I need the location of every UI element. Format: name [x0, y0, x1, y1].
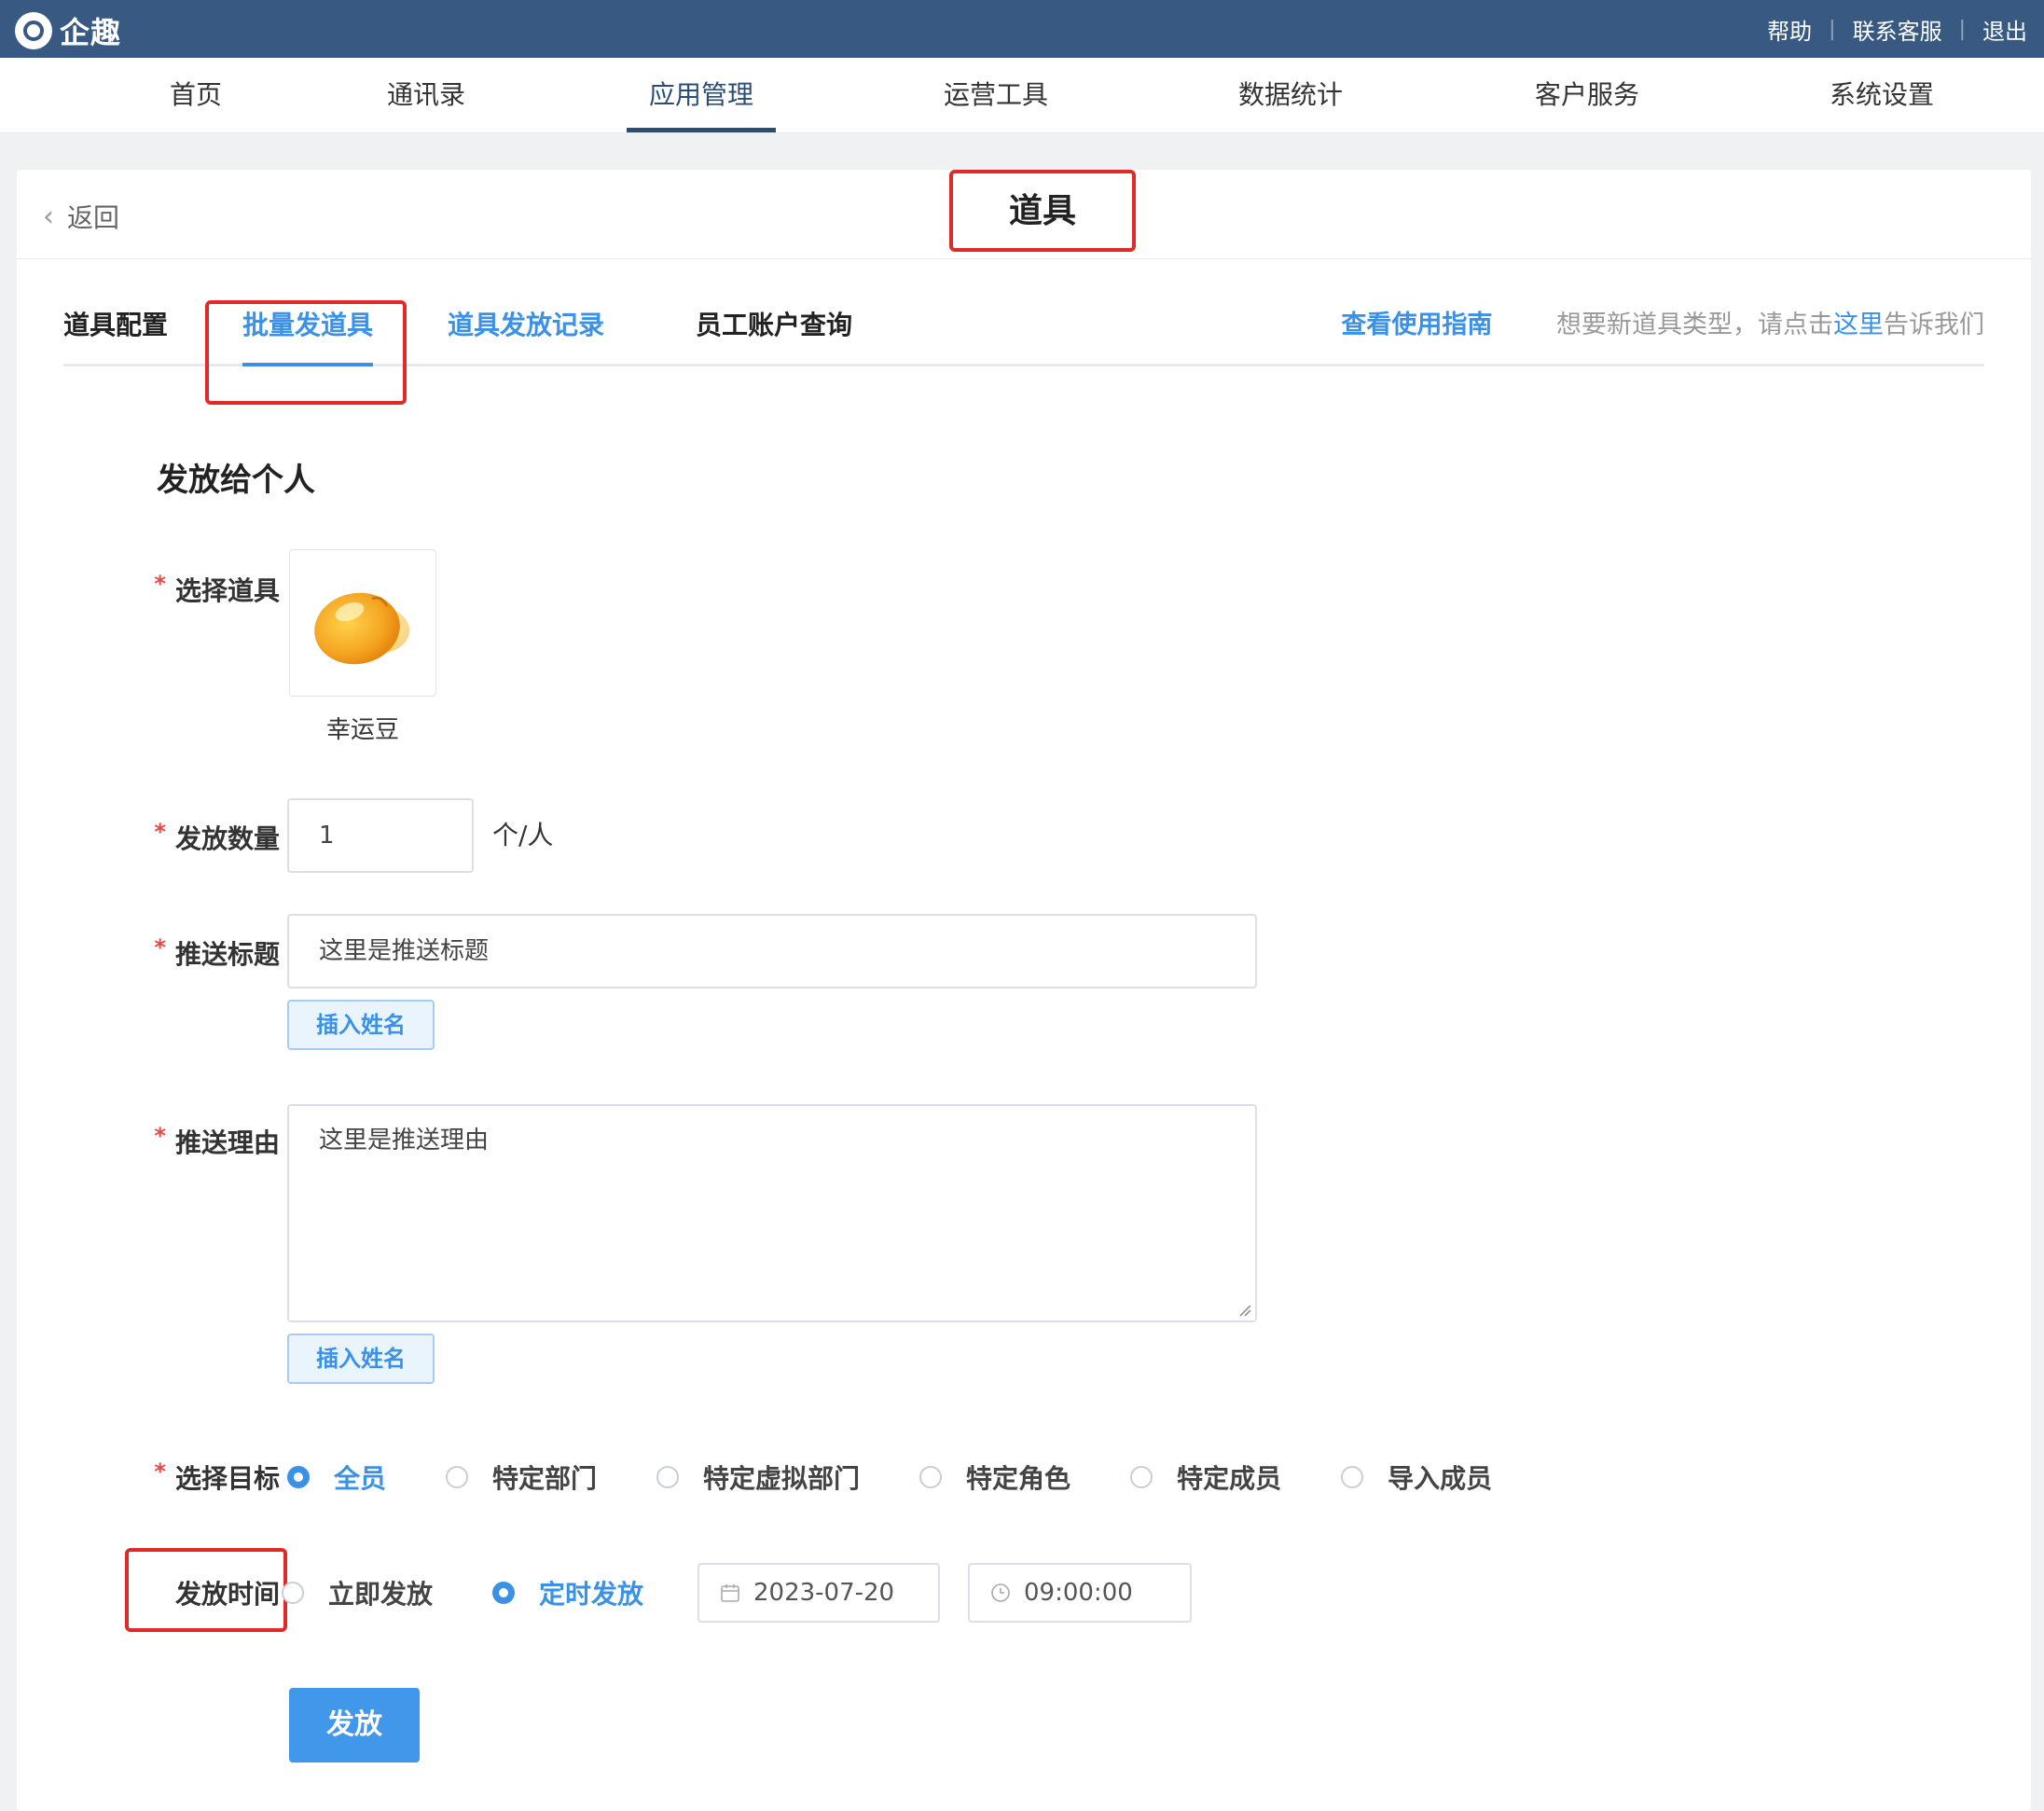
logout-link[interactable]: 退出 — [1982, 13, 2027, 46]
quantity-input[interactable]: 1 — [287, 798, 474, 873]
divider: | — [1829, 18, 1836, 41]
target-radio-role[interactable]: 特定角色 — [919, 1458, 1070, 1496]
highlight-box-tab — [205, 300, 407, 405]
radio-unchecked-icon — [919, 1466, 943, 1488]
select-prop-label: * 选择道具 — [103, 571, 280, 608]
time-option-label: 定时发放 — [539, 1579, 644, 1610]
insert-name-button-title[interactable]: 插入姓名 — [287, 1000, 435, 1050]
quantity-unit: 个/人 — [492, 820, 554, 850]
target-radio-department[interactable]: 特定部门 — [446, 1458, 597, 1496]
radio-unchecked-icon — [282, 1582, 304, 1604]
required-mark: * — [154, 571, 166, 597]
quantity-label-text: 发放数量 — [174, 823, 280, 854]
top-bar: 企趣 帮助 | 联系客服 | 退出 — [0, 0, 2044, 58]
tab-bar-right: 查看使用指南 想要新道具类型，请点击这里告诉我们 — [1341, 291, 1984, 364]
radio-checked-icon — [287, 1466, 310, 1488]
nav-item-contacts[interactable]: 通讯录 — [382, 58, 470, 132]
resize-handle-icon[interactable] — [1238, 1304, 1251, 1317]
hint-here-link[interactable]: 这里 — [1833, 311, 1884, 339]
push-title-label-text: 推送标题 — [174, 939, 280, 970]
time-radio-group: 立即发放 定时发放 — [282, 1574, 703, 1611]
content-card: ‹ 返回 道具 道具配置 批量发道具 道具发放记录 员工账户查询 查看使用指南 … — [17, 170, 2031, 1811]
time-option-label: 立即发放 — [328, 1579, 434, 1610]
clock-icon — [991, 1583, 1010, 1602]
radio-unchecked-icon — [656, 1466, 680, 1488]
top-links: 帮助 | 联系客服 | 退出 — [1767, 13, 2027, 46]
radio-checked-icon — [492, 1582, 516, 1604]
push-title-input[interactable]: 这里是推送标题 — [287, 914, 1257, 988]
page-title: 道具 — [949, 170, 1136, 252]
nav-item-system-settings[interactable]: 系统设置 — [1818, 58, 1945, 132]
time-radio-immediate[interactable]: 立即发放 — [282, 1574, 433, 1611]
hint-prefix: 想要新道具类型，请点击 — [1556, 311, 1833, 339]
logo-icon — [15, 12, 52, 49]
target-option-label: 全员 — [334, 1463, 387, 1494]
target-option-label: 导入成员 — [1388, 1463, 1493, 1494]
target-radio-virtual-department[interactable]: 特定虚拟部门 — [656, 1458, 860, 1496]
target-option-label: 特定角色 — [966, 1463, 1071, 1494]
back-button[interactable]: ‹ 返回 — [43, 198, 119, 235]
required-mark: * — [154, 934, 166, 961]
time-radio-scheduled[interactable]: 定时发放 — [492, 1574, 643, 1611]
new-prop-hint: 想要新道具类型，请点击这里告诉我们 — [1556, 311, 1984, 339]
card-header: ‹ 返回 道具 — [17, 170, 2031, 259]
nav-item-operation-tools[interactable]: 运营工具 — [932, 58, 1059, 132]
radio-unchecked-icon — [1130, 1466, 1153, 1488]
time-picker[interactable]: 09:00:00 — [968, 1563, 1192, 1623]
target-option-label: 特定虚拟部门 — [703, 1463, 861, 1494]
radio-unchecked-icon — [446, 1466, 469, 1488]
lucky-bean-icon — [314, 592, 409, 665]
date-value: 2023-07-20 — [753, 1579, 895, 1607]
target-radio-member[interactable]: 特定成员 — [1130, 1458, 1281, 1496]
target-radio-group: 全员 特定部门 特定虚拟部门 特定角色 特定成员 导入成员 — [287, 1458, 1552, 1496]
target-radio-import[interactable]: 导入成员 — [1341, 1458, 1492, 1496]
usage-guide-link[interactable]: 查看使用指南 — [1341, 311, 1492, 339]
divider: | — [1958, 18, 1966, 41]
app-name: 企趣 — [60, 15, 122, 50]
target-label: * 选择目标 — [103, 1458, 280, 1496]
chevron-left-icon: ‹ — [43, 200, 54, 233]
main-nav: 首页 通讯录 应用管理 运营工具 数据统计 客户服务 系统设置 — [0, 58, 2044, 133]
nav-item-home[interactable]: 首页 — [159, 58, 233, 132]
nav-item-app-management[interactable]: 应用管理 — [627, 58, 776, 132]
required-mark: * — [154, 1458, 166, 1485]
nav-item-data-statistics[interactable]: 数据统计 — [1227, 58, 1354, 132]
calendar-icon — [721, 1584, 739, 1602]
required-mark: * — [154, 819, 166, 845]
push-reason-label-text: 推送理由 — [174, 1127, 280, 1158]
date-picker[interactable]: 2023-07-20 — [697, 1563, 940, 1623]
contact-support-link[interactable]: 联系客服 — [1853, 13, 1942, 46]
tab-prop-config[interactable]: 道具配置 — [63, 291, 168, 364]
send-time-label: 发放时间 — [174, 1579, 280, 1610]
section-title: 发放给个人 — [157, 462, 315, 499]
nav-item-customer-service[interactable]: 客户服务 — [1524, 58, 1650, 132]
radio-unchecked-icon — [1341, 1466, 1364, 1488]
quantity-label: * 发放数量 — [103, 819, 280, 856]
select-prop-label-text: 选择道具 — [174, 575, 280, 606]
hint-suffix: 告诉我们 — [1884, 311, 1984, 339]
tab-send-records[interactable]: 道具发放记录 — [448, 291, 604, 364]
send-button[interactable]: 发放 — [289, 1688, 420, 1763]
push-title-label: * 推送标题 — [103, 934, 280, 972]
target-radio-all[interactable]: 全员 — [287, 1458, 386, 1496]
push-reason-textarea[interactable]: 这里是推送理由 — [287, 1104, 1257, 1322]
tab-employee-account[interactable]: 员工账户查询 — [696, 291, 852, 364]
prop-name: 幸运豆 — [325, 716, 399, 744]
help-link[interactable]: 帮助 — [1767, 13, 1812, 46]
target-option-label: 特定部门 — [492, 1463, 598, 1494]
app-logo[interactable]: 企趣 — [15, 9, 121, 52]
push-reason-label: * 推送理由 — [103, 1123, 280, 1160]
prop-card-lucky-bean[interactable] — [289, 549, 436, 697]
target-label-text: 选择目标 — [174, 1463, 280, 1494]
insert-name-button-reason[interactable]: 插入姓名 — [287, 1334, 435, 1384]
target-option-label: 特定成员 — [1177, 1463, 1282, 1494]
required-mark: * — [154, 1123, 166, 1149]
back-label: 返回 — [67, 202, 120, 233]
push-reason-text: 这里是推送理由 — [319, 1127, 490, 1154]
time-value: 09:00:00 — [1024, 1579, 1133, 1607]
